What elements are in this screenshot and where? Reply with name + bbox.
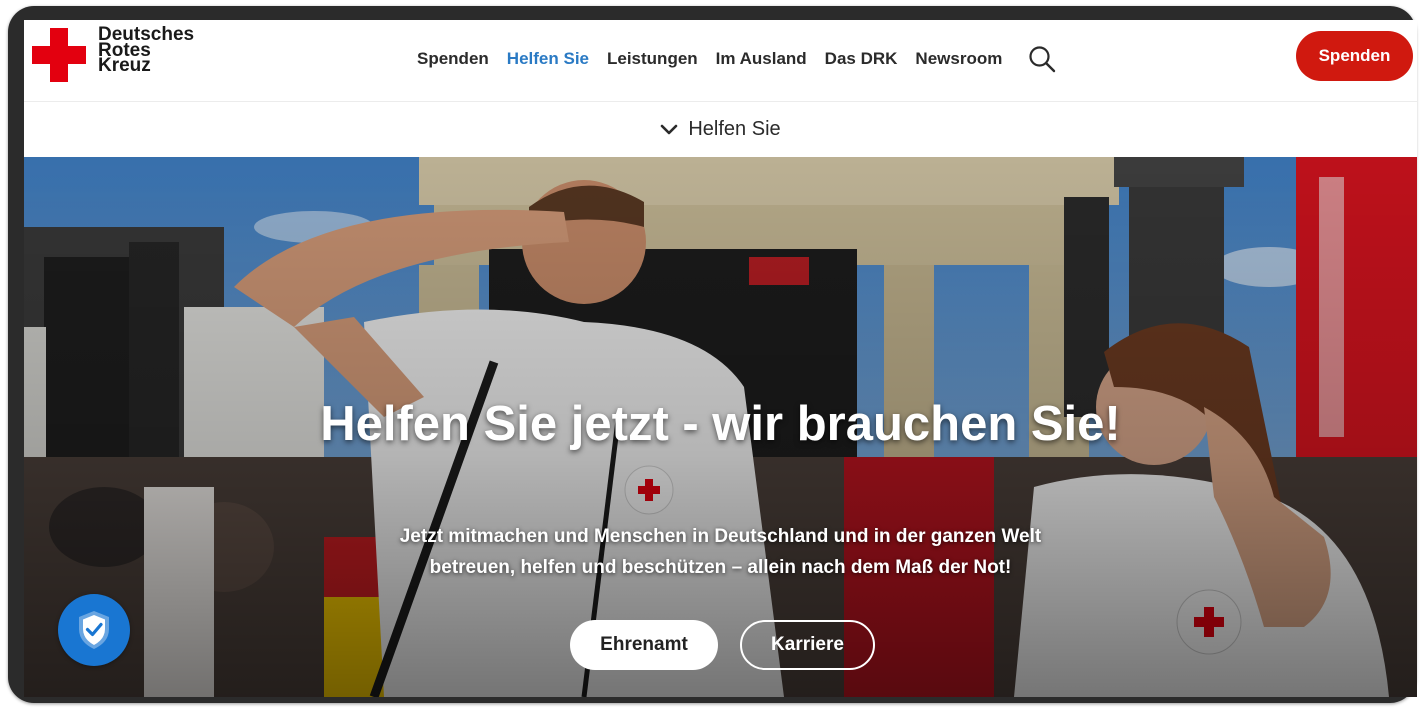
hero-description: Jetzt mitmachen und Menschen in Deutschl… bbox=[399, 526, 1042, 578]
drk-logo[interactable]: Deutsches Rotes Kreuz bbox=[32, 25, 194, 92]
karriere-button[interactable]: Karriere bbox=[740, 620, 875, 670]
search-icon[interactable] bbox=[1028, 45, 1056, 73]
logo-wordmark: Deutsches Rotes Kreuz bbox=[98, 25, 194, 76]
browser-viewport: Deutsches Rotes Kreuz Spenden Helfen Sie… bbox=[24, 20, 1417, 697]
section-dropdown-toggle[interactable]: Helfen Sie bbox=[24, 102, 1417, 158]
ehrenamt-button[interactable]: Ehrenamt bbox=[570, 620, 718, 670]
logo-line-3: Kreuz bbox=[98, 55, 151, 76]
privacy-settings-button[interactable] bbox=[58, 594, 130, 666]
chevron-down-icon bbox=[661, 124, 678, 134]
nav-item-spenden[interactable]: Spenden bbox=[417, 49, 489, 69]
nav-item-newsroom[interactable]: Newsroom bbox=[915, 49, 1002, 69]
hero-title: Helfen Sie jetzt - wir brauchen Sie! bbox=[320, 396, 1121, 451]
main-nav: Spenden Helfen Sie Leistungen Im Ausland… bbox=[417, 44, 1056, 74]
hero-actions: Ehrenamt Karriere bbox=[24, 620, 1417, 672]
site-header: Deutsches Rotes Kreuz Spenden Helfen Sie… bbox=[24, 20, 1417, 102]
hero-banner: Helfen Sie jetzt - wir brauchen Sie! Jet… bbox=[24, 157, 1417, 697]
nav-item-leistungen[interactable]: Leistungen bbox=[607, 49, 698, 69]
nav-item-im-ausland[interactable]: Im Ausland bbox=[716, 49, 807, 69]
red-cross-icon bbox=[32, 28, 86, 82]
nav-item-helfen-sie[interactable]: Helfen Sie bbox=[507, 49, 589, 69]
section-dropdown-label: Helfen Sie bbox=[688, 118, 781, 140]
nav-item-das-drk[interactable]: Das DRK bbox=[825, 49, 898, 69]
shield-check-icon bbox=[79, 611, 109, 649]
donate-button[interactable]: Spenden bbox=[1296, 31, 1413, 81]
